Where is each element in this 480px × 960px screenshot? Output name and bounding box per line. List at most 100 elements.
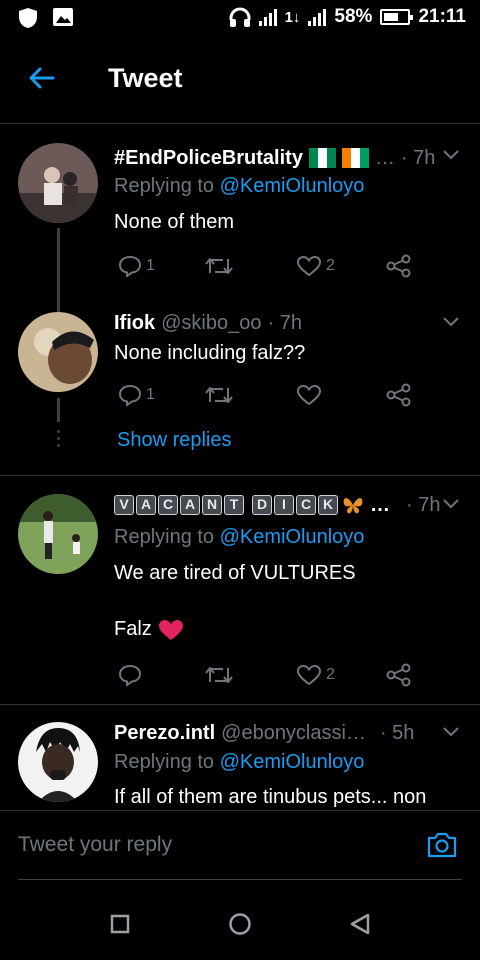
handle[interactable]: @ebonyclassi… (221, 722, 366, 745)
tweet-2[interactable]: Ifiok @skibo_oo · 7h None including falz… (0, 312, 480, 462)
caret-down-icon[interactable] (442, 498, 460, 510)
retweet-icon (205, 258, 233, 274)
like-button[interactable]: 2 (296, 660, 335, 690)
caret-down-icon[interactable] (442, 316, 460, 328)
tweet-time: · 7h (400, 146, 436, 169)
reply-icon (118, 384, 142, 406)
reply-button[interactable] (118, 660, 142, 690)
avatar[interactable] (18, 143, 98, 223)
like-button[interactable] (296, 380, 322, 410)
share-button[interactable] (386, 380, 412, 410)
tweet-text: None of them (114, 211, 235, 233)
battery-icon (380, 9, 414, 25)
replying-to: Replying to @KemiOlunloyo (114, 751, 365, 773)
tweet-text-line2: Falz (114, 618, 462, 641)
avatar[interactable] (18, 494, 98, 574)
tweet-actions: 2 (114, 660, 424, 690)
ivory-coast-flag-icon (341, 148, 369, 168)
image-icon (53, 8, 73, 26)
handle[interactable]: @skibo_oo (161, 312, 261, 335)
share-icon (386, 663, 411, 687)
battery-percent: 58% (334, 6, 373, 27)
app-header: Tweet (0, 36, 480, 120)
reply-count: 1 (146, 257, 155, 274)
avatar[interactable] (18, 312, 98, 392)
nigeria-flag-icon (308, 148, 336, 168)
show-replies-link[interactable]: Show replies (117, 429, 232, 452)
name-ellipsis: … (370, 493, 390, 516)
circle-nav-icon (229, 913, 251, 935)
system-nav-bar (0, 880, 480, 960)
data-arrows: 1↓ (284, 8, 301, 26)
tweet-time: · 7h (267, 311, 302, 334)
reply-count: 1 (146, 386, 155, 403)
tweet-divider (0, 475, 480, 476)
camera-button[interactable] (426, 831, 462, 861)
share-button[interactable] (386, 251, 412, 281)
reply-composer (0, 810, 480, 880)
retweet-button[interactable] (204, 660, 234, 690)
replying-to: Replying to @KemiOlunloyo (114, 175, 365, 197)
avatar[interactable] (18, 722, 98, 802)
mention-link[interactable]: @KemiOlunloyo (220, 526, 365, 548)
home-button[interactable] (220, 904, 260, 944)
tweet-text: If all of them are tinubus pets... non (114, 786, 427, 808)
mention-link[interactable]: @KemiOlunloyo (220, 751, 365, 773)
mention-link[interactable]: @KemiOlunloyo (220, 175, 365, 197)
share-icon (386, 383, 411, 407)
like-button[interactable]: 2 (296, 251, 335, 281)
thread-line (57, 398, 60, 422)
header-divider (0, 123, 480, 124)
tweet-time: · 7h (406, 493, 441, 516)
back-arrow-icon (29, 67, 55, 89)
back-nav-button[interactable] (340, 904, 380, 944)
display-name[interactable]: #EndPoliceBrutality (114, 147, 303, 170)
status-bar: 1↓ 58% 21:11 (0, 0, 480, 36)
red-heart-icon (158, 619, 183, 640)
like-count: 2 (326, 666, 335, 683)
reply-icon (118, 664, 142, 686)
caret-down-icon[interactable] (442, 726, 460, 738)
tweet-1[interactable]: #EndPoliceBrutality … · 7h Replying to @… (0, 143, 480, 314)
signal-icon-2 (308, 8, 327, 26)
back-button[interactable] (20, 56, 64, 100)
tweet-time: · 5h (379, 722, 415, 744)
retweet-button[interactable] (204, 251, 234, 281)
display-name[interactable]: V A C A N T D I C K (114, 495, 340, 515)
retweet-icon (205, 667, 233, 683)
reply-input[interactable] (18, 811, 408, 879)
thread-line (57, 228, 60, 314)
tweet-divider (0, 704, 480, 705)
reply-icon (118, 255, 142, 277)
display-name[interactable]: Perezo.intl (114, 722, 215, 745)
shield-icon (19, 8, 37, 28)
tweet-actions: 1 (114, 380, 424, 410)
share-icon (386, 254, 411, 278)
display-name[interactable]: Ifiok (114, 312, 155, 335)
signal-icon (258, 8, 277, 26)
recents-button[interactable] (100, 904, 140, 944)
like-icon (296, 384, 322, 406)
retweet-button[interactable] (204, 380, 234, 410)
triangle-nav-icon (350, 913, 370, 935)
like-count: 2 (326, 257, 335, 274)
clock: 21:11 (418, 6, 466, 27)
like-icon (296, 255, 322, 277)
retweet-icon (205, 387, 233, 403)
name-ellipsis: … (374, 146, 395, 169)
reply-button[interactable]: 1 (118, 380, 155, 410)
tweet-text: We are tired of VULTURES (114, 562, 356, 584)
camera-icon (427, 832, 457, 858)
tweet-4[interactable]: Perezo.intl @ebonyclassi… · 5h Replying … (0, 722, 480, 810)
replying-to: Replying to @KemiOlunloyo (114, 526, 365, 548)
caret-down-icon[interactable] (442, 149, 460, 161)
tweet-text: None including falz?? (114, 342, 306, 364)
share-button[interactable] (386, 660, 412, 690)
reply-button[interactable]: 1 (118, 251, 155, 281)
square-nav-icon (110, 914, 130, 934)
thread-dots (57, 430, 60, 447)
headphones-icon (229, 7, 251, 27)
tweet-3[interactable]: V A C A N T D I C K … · 7h Replying to @… (0, 494, 480, 694)
page-title: Tweet (108, 63, 183, 93)
tweet-actions: 1 2 (114, 251, 424, 281)
